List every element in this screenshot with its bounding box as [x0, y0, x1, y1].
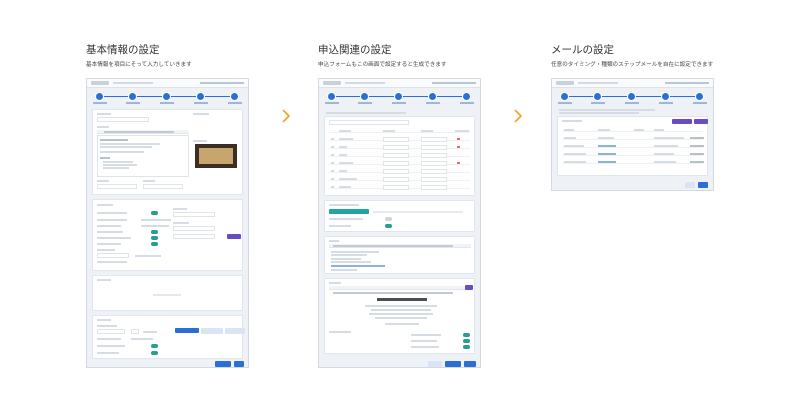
- section-title-application: 申込関連の設定: [318, 44, 392, 56]
- basic-info-panel: [92, 109, 243, 195]
- app-header: [319, 79, 480, 88]
- mail-body-editor-panel: [324, 236, 475, 274]
- settings-panel: [92, 199, 243, 271]
- save-button[interactable]: [215, 361, 231, 367]
- next-button[interactable]: [234, 361, 244, 367]
- section-title-basic-info: 基本情報の設定: [86, 44, 160, 56]
- back-button[interactable]: [685, 182, 695, 188]
- image-panel: [92, 275, 243, 311]
- step-indicator: [325, 92, 474, 104]
- save-button[interactable]: [445, 361, 461, 367]
- screenshot-basic-info: [86, 78, 249, 368]
- screenshot-mail: [551, 78, 714, 191]
- form-options-panel: [324, 200, 475, 232]
- section-title-mail: メールの設定: [551, 44, 614, 56]
- section-desc-basic-info: 基本情報を項目にそって入力していきます: [86, 62, 192, 68]
- form-fields-panel: [324, 116, 475, 196]
- next-button[interactable]: [464, 361, 476, 367]
- section-desc-mail: 任意のタイミング・種類のステップメールを自在に設定できます: [551, 62, 714, 68]
- thanks-page-editor-panel: [324, 278, 475, 354]
- chevron-right-icon: [282, 108, 291, 123]
- back-button[interactable]: [428, 361, 442, 367]
- app-header: [552, 79, 713, 88]
- step-indicator: [558, 92, 707, 104]
- save-button[interactable]: [698, 182, 708, 188]
- section-desc-application: 申込フォームもこの画面で設定すると生成できます: [318, 62, 447, 68]
- step-mail-list-panel: [557, 116, 708, 176]
- app-header: [87, 79, 248, 88]
- feature-overview: 基本情報の設定 基本情報を項目にそって入力していきます 申込関連の設定 申込フォ…: [0, 0, 800, 400]
- step-indicator: [93, 92, 242, 104]
- options-panel: [92, 315, 245, 359]
- chevron-right-icon: [514, 108, 523, 123]
- screenshot-application: [318, 78, 481, 368]
